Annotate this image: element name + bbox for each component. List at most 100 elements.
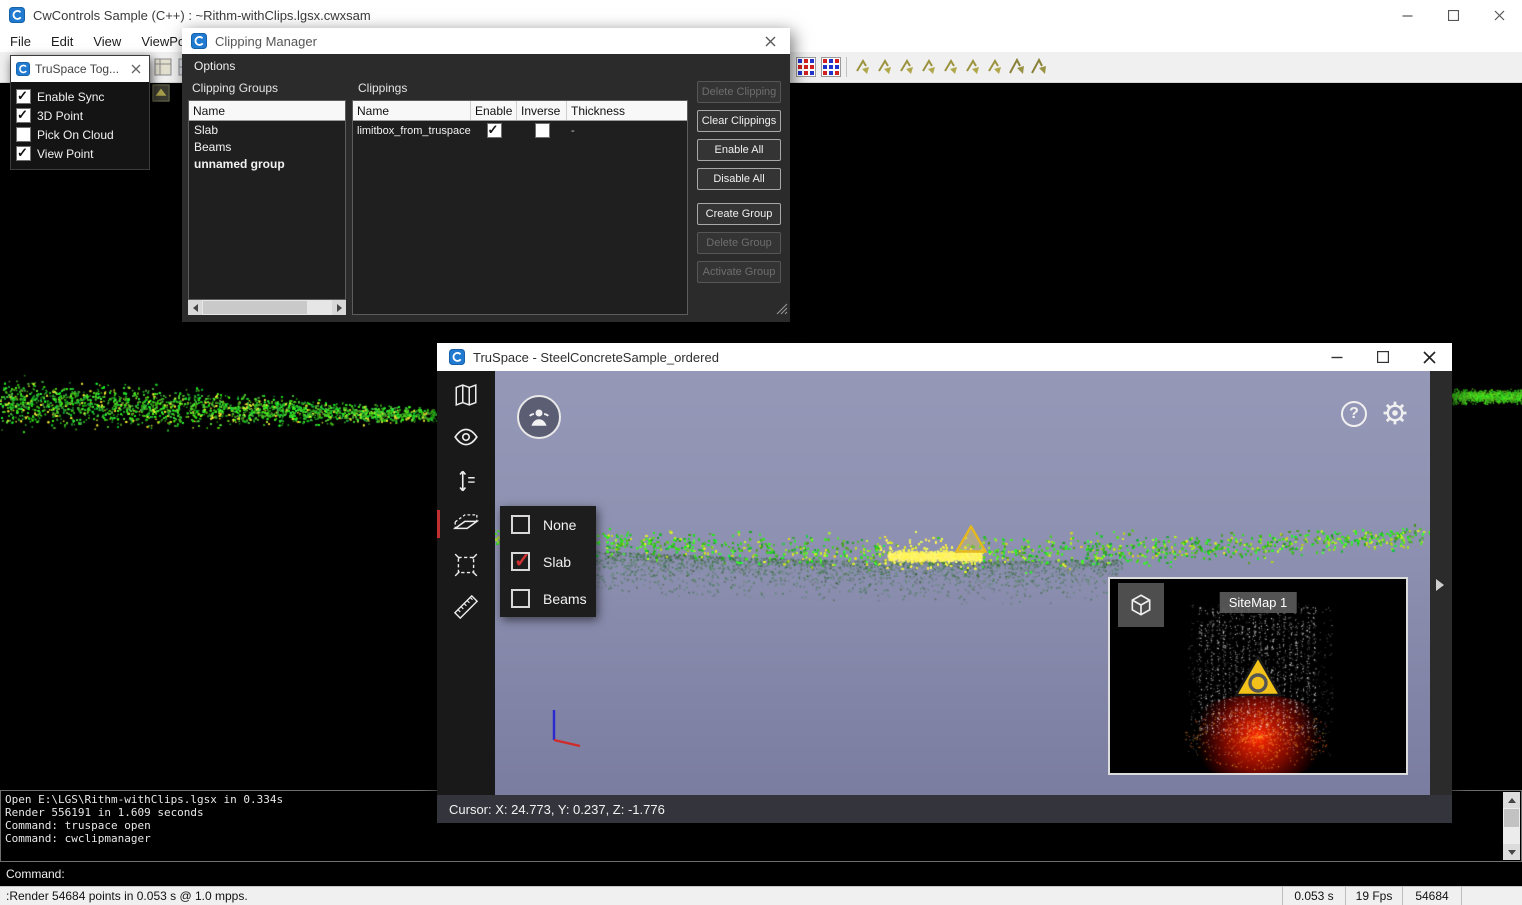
clipping-manager-dialog: Clipping Manager Options Clipping Groups… <box>182 28 790 322</box>
toggles-title: TruSpace Tog... <box>35 62 119 76</box>
viewpoint-marker-icon[interactable] <box>955 525 987 558</box>
log-scrollbar[interactable] <box>1503 792 1520 860</box>
sitemap-viewpoint-marker-icon[interactable] <box>1234 655 1282 702</box>
toolbar-tool-icon-5[interactable] <box>940 56 962 78</box>
clip-option-beams[interactable]: Beams <box>500 580 596 617</box>
minimize-button[interactable] <box>1314 343 1360 371</box>
checkbox-checked-icon[interactable] <box>16 146 31 161</box>
options-menu[interactable]: Options <box>194 59 235 73</box>
group-item-beams[interactable]: Beams <box>189 138 345 155</box>
truspace-3d-viewport[interactable]: ? None Slab Beams <box>495 371 1430 795</box>
truspace-toggles-panel: TruSpace Tog... Enable Sync 3D Point Pic… <box>10 55 150 170</box>
toolbar-tool-icon-6[interactable] <box>962 56 984 78</box>
sitemap-map-icon[interactable] <box>453 382 479 408</box>
clipping-row-limitbox[interactable]: limitbox_from_truspace - <box>353 121 687 140</box>
scroll-right-icon[interactable] <box>332 300 346 315</box>
truspace-titlebar[interactable]: TruSpace - SteelConcreteSample_ordered <box>437 343 1452 371</box>
checkbox-unchecked-icon[interactable] <box>511 589 530 608</box>
clippings-table[interactable]: Name Enable Inverse Thickness limitbox_f… <box>352 100 688 315</box>
panorama-view-button[interactable] <box>517 395 561 439</box>
toolbar-tool-icon-7[interactable] <box>984 56 1006 78</box>
screen: CwControls Sample (C++) : ~Rithm-withCli… <box>0 0 1522 905</box>
clipping-thickness: - <box>567 121 687 140</box>
checkbox-unchecked-icon[interactable] <box>511 515 530 534</box>
toggles-titlebar[interactable]: TruSpace Tog... <box>11 56 149 82</box>
delete-clipping-button[interactable]: Delete Clipping <box>697 81 781 103</box>
minimize-button[interactable] <box>1384 0 1430 30</box>
toolbar-tool-icon-8[interactable] <box>1006 56 1028 78</box>
toolbar-extra-icon[interactable] <box>152 84 170 107</box>
clipping-plane-icon[interactable] <box>453 510 479 536</box>
create-group-button[interactable]: Create Group <box>697 203 781 225</box>
clip-option-slab[interactable]: Slab <box>500 543 596 580</box>
toggle-enable-sync[interactable]: Enable Sync <box>11 87 149 106</box>
group-item-slab[interactable]: Slab <box>189 121 345 138</box>
clear-clippings-button[interactable]: Clear Clippings <box>697 110 781 132</box>
maximize-button[interactable] <box>1430 0 1476 30</box>
settings-gear-button[interactable] <box>1379 397 1411 429</box>
toolbar-tool-icon-9[interactable] <box>1028 56 1050 78</box>
close-button[interactable] <box>1476 0 1522 30</box>
clip-option-none[interactable]: None <box>500 506 596 543</box>
clipping-groups-list[interactable]: Name Slab Beams unnamed group <box>188 100 346 300</box>
checkbox-checked-icon[interactable] <box>16 108 31 123</box>
activate-group-button[interactable]: Activate Group <box>697 261 781 283</box>
maximize-button[interactable] <box>1360 343 1406 371</box>
menu-view[interactable]: View <box>83 30 131 52</box>
col-name[interactable]: Name <box>353 101 471 120</box>
measure-ruler-icon[interactable] <box>453 594 479 620</box>
groups-header[interactable]: Name <box>189 101 345 121</box>
status-render-time: 0.053 s <box>1282 887 1345 905</box>
background-pointcloud-left <box>0 370 437 470</box>
col-thickness[interactable]: Thickness <box>567 101 687 120</box>
toolbar-tool-icon-1[interactable] <box>852 56 874 78</box>
groups-hscrollbar[interactable] <box>188 300 346 315</box>
help-button[interactable]: ? <box>1341 401 1367 427</box>
scroll-thumb[interactable] <box>1504 809 1519 827</box>
sitemap-panel[interactable]: SiteMap 1 <box>1108 577 1408 775</box>
clip-option-label: Slab <box>543 554 571 570</box>
cursor-coordinates: Cursor: X: 24.773, Y: 0.237, Z: -1.776 <box>437 802 665 817</box>
sitemap-cube-button[interactable] <box>1118 583 1164 627</box>
toolbar-pointgrid-red-icon[interactable] <box>795 56 817 78</box>
menu-edit[interactable]: Edit <box>41 30 83 52</box>
toolbar-pointgrid-blue-icon[interactable] <box>820 56 842 78</box>
clipping-manager-titlebar[interactable]: Clipping Manager <box>182 28 790 54</box>
group-item-unnamed[interactable]: unnamed group <box>189 155 345 172</box>
scroll-thumb[interactable] <box>203 301 307 314</box>
limit-box-icon[interactable] <box>453 552 479 578</box>
resize-grip-icon[interactable] <box>776 302 788 320</box>
close-icon[interactable] <box>750 28 790 54</box>
close-icon[interactable] <box>123 56 149 82</box>
elevation-icon[interactable] <box>453 468 479 494</box>
enable-all-button[interactable]: Enable All <box>697 139 781 161</box>
menu-file[interactable]: File <box>0 30 41 52</box>
toolbar-tool-icon-3[interactable] <box>896 56 918 78</box>
expand-arrow-icon[interactable] <box>1436 579 1444 591</box>
eye-icon[interactable] <box>453 424 479 450</box>
checkbox-unchecked-icon[interactable] <box>16 127 31 142</box>
col-inverse[interactable]: Inverse <box>517 101 567 120</box>
viewport-side-strip[interactable] <box>1430 371 1452 795</box>
disable-all-button[interactable]: Disable All <box>697 168 781 190</box>
scroll-down-icon[interactable] <box>1503 844 1520 860</box>
col-enable[interactable]: Enable <box>471 101 517 120</box>
main-titlebar[interactable]: CwControls Sample (C++) : ~Rithm-withCli… <box>0 0 1522 30</box>
checkbox-checked-icon[interactable] <box>16 89 31 104</box>
enable-checkbox-checked-icon[interactable] <box>487 123 502 138</box>
clipping-groups-label: Clipping Groups <box>192 81 278 95</box>
scroll-left-icon[interactable] <box>188 300 202 315</box>
command-row[interactable]: Command: <box>0 862 1522 886</box>
close-button[interactable] <box>1406 343 1452 371</box>
toolbar-tool-icon-2[interactable] <box>874 56 896 78</box>
toolbar-tool-icon-4[interactable] <box>918 56 940 78</box>
delete-group-button[interactable]: Delete Group <box>697 232 781 254</box>
checkbox-checked-icon[interactable] <box>511 552 530 571</box>
scroll-up-icon[interactable] <box>1503 792 1520 808</box>
toggle-3d-point[interactable]: 3D Point <box>11 106 149 125</box>
toggle-pick-on-cloud[interactable]: Pick On Cloud <box>11 125 149 144</box>
toggle-view-point[interactable]: View Point <box>11 144 149 163</box>
main-window-title: CwControls Sample (C++) : ~Rithm-withCli… <box>33 8 371 23</box>
inverse-checkbox-unchecked-icon[interactable] <box>535 123 550 138</box>
toolbar-cube-icon[interactable] <box>152 56 174 78</box>
